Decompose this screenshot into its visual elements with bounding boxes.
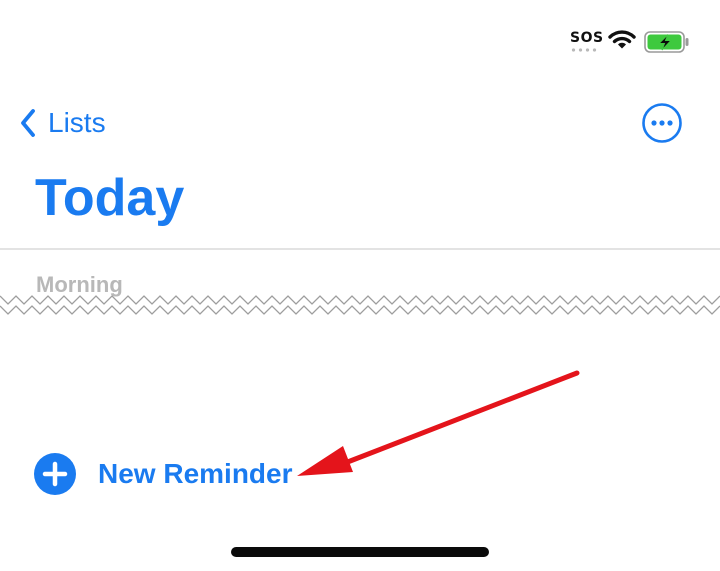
new-reminder-label: New Reminder: [98, 458, 293, 489]
divider: [0, 248, 720, 250]
plus-circle-icon: [34, 453, 76, 495]
page-title: Today: [35, 169, 185, 227]
new-reminder-button[interactable]: New Reminder: [34, 452, 293, 496]
battery-charging-icon: [644, 31, 689, 53]
status-bar: SOS: [0, 0, 720, 80]
annotation-arrow: [297, 370, 580, 476]
signal-dots: [570, 48, 598, 52]
wifi-icon: [608, 30, 636, 49]
sos-indicator: SOS: [570, 30, 604, 46]
torn-edge-divider: [0, 295, 720, 315]
ellipsis-circle-icon[interactable]: [641, 102, 683, 144]
back-button[interactable]: Lists: [20, 103, 106, 143]
navigation-bar: Lists: [0, 96, 720, 150]
home-indicator: [231, 547, 489, 557]
chevron-left-icon: [21, 109, 35, 137]
back-button-label: Lists: [48, 107, 106, 138]
